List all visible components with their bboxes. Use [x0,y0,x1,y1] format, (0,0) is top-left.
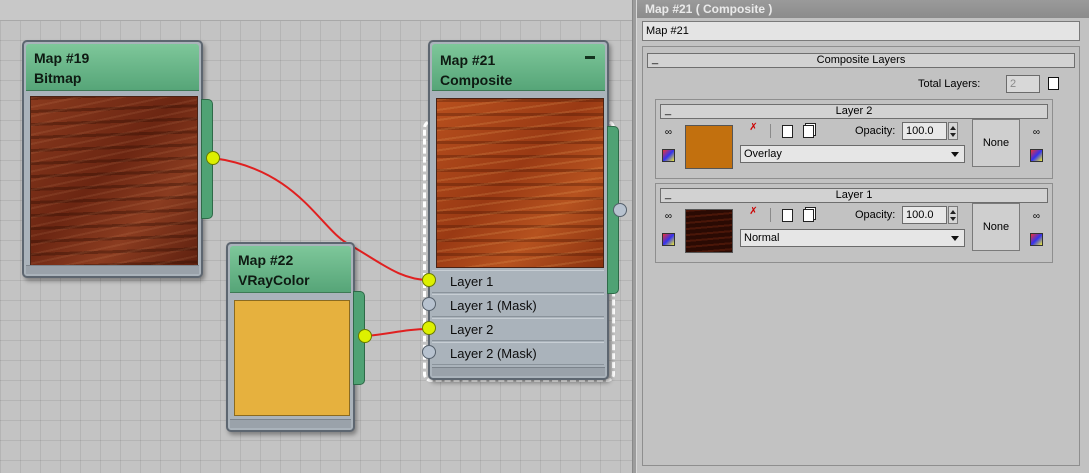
delete-layer-icon[interactable]: ✗ [747,205,760,218]
node-map19-bitmap[interactable]: Map #19 Bitmap [22,40,203,278]
divider [770,208,771,222]
rollout-collapse-icon[interactable]: _ [665,104,671,117]
layer-1-rollout-header[interactable]: _ Layer 1 [660,188,1048,203]
blend-mode-dropdown[interactable]: Normal [740,229,965,247]
color-correct-icon[interactable] [662,233,675,246]
parameter-panel: Map #21 ( Composite ) Map #21 _ Composit… [637,0,1089,473]
opacity-label: Opacity: [855,209,896,221]
node-footer [26,265,199,274]
node-header[interactable]: Map #19 Bitmap [26,44,199,91]
blend-mode-value: Overlay [744,148,782,160]
slot-label: Layer 1 [450,274,494,289]
composite-preview-thumbnail [436,98,604,268]
rollout-title: Composite Layers [816,54,906,66]
output-socket-map19[interactable] [206,151,220,165]
slot-label: Layer 2 [450,322,494,337]
layer-2-map-swatch[interactable] [685,125,733,169]
chevron-down-icon [951,236,959,241]
slot-label: Layer 1 (Mask) [450,298,537,313]
duplicate-icon[interactable] [803,125,814,138]
input-slot-layer-2-mask[interactable]: Layer 2 (Mask) [432,342,604,365]
node-title: Map #22 [238,252,294,268]
rename-icon[interactable] [782,125,793,138]
composite-layers-rollout: _ Composite Layers Total Layers: 2 _ Lay… [642,46,1080,466]
collapse-icon[interactable] [585,56,595,59]
rollout-title: Layer 2 [835,105,873,117]
opacity-spinner-arrows[interactable] [948,122,958,140]
wire-map22-to-layer2 [365,328,430,337]
blend-mode-value: Normal [744,232,780,244]
node-map22-vraycolor[interactable]: Map #22 VRayColor [226,242,355,432]
color-preview-swatch [234,300,350,416]
composite-layers-rollout-header[interactable]: _ Composite Layers [647,53,1075,68]
output-socket-map22[interactable] [358,329,372,343]
mask-map-button[interactable]: None [972,119,1020,167]
mask-map-button[interactable]: None [972,203,1020,251]
panel-title: Map #21 ( Composite ) [637,0,1089,18]
node-type: VRayColor [238,272,310,288]
total-layers-label: Total Layers: [918,78,981,90]
node-type: Composite [440,72,513,88]
input-slot-layer-1[interactable]: Layer 1 [432,270,604,293]
rollout-collapse-icon[interactable]: _ [665,188,671,201]
opacity-spinner-arrows[interactable] [948,206,958,224]
add-layer-icon[interactable] [1048,77,1059,90]
chevron-down-icon [951,152,959,157]
input-slot-layer-1-mask[interactable]: Layer 1 (Mask) [432,294,604,317]
node-title: Map #21 [440,52,496,68]
map-name-field[interactable]: Map #21 [642,21,1080,41]
opacity-label: Opacity: [855,125,896,137]
node-footer [432,367,605,376]
slot-label: Layer 2 (Mask) [450,346,537,361]
input-socket-layer-2-mask[interactable] [422,345,436,359]
divider [770,124,771,138]
node-footer [230,419,351,428]
node-title: Map #19 [34,50,90,66]
layer-1-map-swatch[interactable] [685,209,733,253]
opacity-spinner[interactable]: 100.0 [902,206,947,224]
node-header[interactable]: Map #21 Composite [432,44,605,91]
rename-icon[interactable] [782,209,793,222]
input-socket-layer-1[interactable] [422,273,436,287]
color-correct-icon[interactable] [662,149,675,162]
node-header[interactable]: Map #22 VRayColor [230,246,351,293]
layer-2-rollout-header[interactable]: _ Layer 2 [660,104,1048,119]
rollout-title: Layer 1 [835,189,873,201]
input-socket-layer-1-mask[interactable] [422,297,436,311]
mask-color-correct-icon[interactable] [1030,149,1043,162]
total-layers-field[interactable]: 2 [1006,75,1040,93]
bitmap-preview-thumbnail [30,96,198,266]
layer-2-rollout: _ Layer 2 ∞ ✗ Opacity: 100.0 Overlay Non… [655,99,1053,179]
node-editor-canvas[interactable]: Map #19 Bitmap Map #22 VRayColor Map #21… [0,0,632,473]
opacity-spinner[interactable]: 100.0 [902,122,947,140]
mask-visibility-toggle-icon[interactable]: ∞ [1030,210,1043,223]
mask-color-correct-icon[interactable] [1030,233,1043,246]
rollout-collapse-icon[interactable]: _ [652,53,658,66]
node-map21-composite[interactable]: Map #21 Composite Layer 1 Layer 1 (Mask)… [428,40,609,380]
layer-1-rollout: _ Layer 1 ∞ ✗ Opacity: 100.0 Normal None… [655,183,1053,263]
output-socket-map21[interactable] [613,203,627,217]
visibility-toggle-icon[interactable]: ∞ [662,210,675,223]
node-type: Bitmap [34,70,82,86]
input-slot-layer-2[interactable]: Layer 2 [432,318,604,341]
input-socket-layer-2[interactable] [422,321,436,335]
delete-layer-icon[interactable]: ✗ [747,121,760,134]
mask-visibility-toggle-icon[interactable]: ∞ [1030,126,1043,139]
visibility-toggle-icon[interactable]: ∞ [662,126,675,139]
blend-mode-dropdown[interactable]: Overlay [740,145,965,163]
duplicate-icon[interactable] [803,209,814,222]
